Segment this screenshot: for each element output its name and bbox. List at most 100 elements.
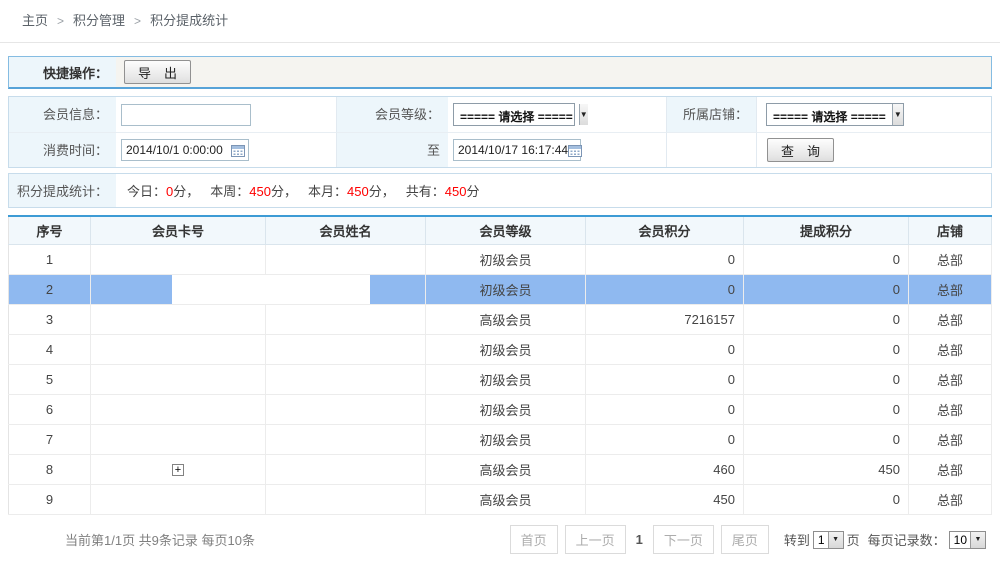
cell-member-name (266, 454, 426, 484)
cell-commission-points: 0 (744, 304, 909, 334)
current-page-number: 1 (636, 532, 643, 547)
table-row[interactable]: 5初级会员00总部 (9, 364, 992, 394)
to-label: 至 (336, 132, 448, 167)
calendar-icon[interactable] (231, 144, 245, 157)
cell-commission-points: 0 (744, 394, 909, 424)
table-footer: 当前第1/1页 共9条记录 每页10条 首页 上一页 1 下一页 尾页 转到 1… (8, 515, 992, 565)
member-level-label: 会员等级： (336, 97, 448, 132)
cell-card-number (91, 364, 266, 394)
page-size-select[interactable]: 10 ▼ (949, 531, 986, 549)
points-table-header: 序号会员卡号会员姓名会员等级会员积分提成积分店铺 (9, 216, 992, 244)
cell-member-name (266, 484, 426, 514)
cell-card-number (91, 334, 266, 364)
commission-stats-label: 积分提成统计： (9, 174, 116, 207)
cell-store: 总部 (909, 394, 992, 424)
time-to-value: 2014/10/17 16:17:44 (458, 143, 568, 157)
table-row[interactable]: 1初级会员00总部 (9, 244, 992, 274)
cell-member-level: 高级会员 (426, 454, 586, 484)
column-header-1: 会员卡号 (91, 216, 266, 244)
member-info-input[interactable] (121, 104, 251, 126)
store-select-value: ===== 请选择 ===== (767, 104, 892, 125)
cell-member-points: 460 (586, 454, 744, 484)
cell-member-level: 高级会员 (426, 484, 586, 514)
cell-index: 9 (9, 484, 91, 514)
member-level-cell: ===== 请选择 ===== ▼ (448, 97, 666, 132)
column-header-5: 提成积分 (744, 216, 909, 244)
breadcrumb-item-home[interactable]: 主页 (22, 13, 48, 28)
page-size-label: 每页记录数： (868, 530, 946, 549)
cell-member-level: 初级会员 (426, 274, 586, 304)
export-button[interactable]: 导 出 (124, 60, 191, 84)
cell-card-number (91, 304, 266, 334)
cell-member-points: 7216157 (586, 304, 744, 334)
table-row[interactable]: 2初级会员00总部 (9, 274, 992, 304)
cell-member-name (266, 394, 426, 424)
stat-total: 共有：450分 (406, 181, 480, 200)
cell-member-points: 0 (586, 334, 744, 364)
time-from-value: 2014/10/1 0:00:00 (126, 143, 223, 157)
time-from-input[interactable]: 2014/10/1 0:00:00 (121, 139, 249, 161)
breadcrumb: 主页 > 积分管理 > 积分提成统计 (0, 0, 1000, 43)
search-button[interactable]: 查 询 (767, 138, 834, 162)
store-select[interactable]: ===== 请选择 ===== ▼ (766, 103, 904, 126)
cell-index: 7 (9, 424, 91, 454)
table-row[interactable]: 7初级会员00总部 (9, 424, 992, 454)
column-header-4: 会员积分 (586, 216, 744, 244)
expand-plus-icon[interactable]: + (172, 464, 184, 476)
calendar-icon[interactable] (568, 144, 582, 157)
cell-commission-points: 0 (744, 274, 909, 304)
table-row[interactable]: 3高级会员72161570总部 (9, 304, 992, 334)
table-row[interactable]: 4初级会员00总部 (9, 334, 992, 364)
stat-total-value: 450 (445, 184, 467, 199)
quick-actions-bar: 快捷操作： 导 出 (8, 56, 992, 89)
breadcrumb-separator-icon: > (57, 14, 64, 28)
breadcrumb-item-points-management[interactable]: 积分管理 (73, 13, 125, 28)
time-to-input[interactable]: 2014/10/17 16:17:44 (453, 139, 581, 161)
breadcrumb-item-current: 积分提成统计 (150, 13, 228, 28)
chevron-down-icon: ▼ (579, 104, 588, 125)
breadcrumb-separator-icon: > (134, 14, 141, 28)
cell-commission-points: 0 (744, 334, 909, 364)
member-info-cell (116, 97, 336, 132)
cell-card-number (91, 274, 266, 304)
cell-member-name (266, 424, 426, 454)
prev-page-button[interactable]: 上一页 (565, 525, 626, 554)
cell-commission-points: 450 (744, 454, 909, 484)
goto-page-group: 转到 1 ▼ 页 每页记录数： 10 ▼ (784, 530, 986, 549)
goto-label: 转到 (784, 530, 810, 549)
main-content: 快捷操作： 导 出 会员信息： 会员等级： ===== 请选择 ===== ▼ … (8, 56, 992, 565)
cell-member-level: 初级会员 (426, 244, 586, 274)
first-page-button[interactable]: 首页 (510, 525, 558, 554)
cell-member-level: 初级会员 (426, 364, 586, 394)
column-header-6: 店铺 (909, 216, 992, 244)
commission-stats-values: 今日：0分， 本周：450分， 本月：450分， 共有：450分 (116, 174, 490, 207)
cell-index: 5 (9, 364, 91, 394)
cell-store: 总部 (909, 364, 992, 394)
cell-store: 总部 (909, 484, 992, 514)
cell-card-number: + (91, 454, 266, 484)
cell-commission-points: 0 (744, 424, 909, 454)
table-row[interactable]: 8+高级会员460450总部 (9, 454, 992, 484)
member-level-select[interactable]: ===== 请选择 ===== ▼ (453, 103, 575, 126)
cell-index: 6 (9, 394, 91, 424)
last-page-button[interactable]: 尾页 (721, 525, 769, 554)
next-page-button[interactable]: 下一页 (653, 525, 714, 554)
cell-member-points: 0 (586, 364, 744, 394)
cell-member-level: 初级会员 (426, 394, 586, 424)
cell-store: 总部 (909, 454, 992, 484)
column-header-0: 序号 (9, 216, 91, 244)
cell-commission-points: 0 (744, 244, 909, 274)
table-row[interactable]: 6初级会员00总部 (9, 394, 992, 424)
stat-month: 本月：450分， (308, 181, 395, 200)
cell-index: 3 (9, 304, 91, 334)
chevron-down-icon: ▼ (828, 532, 843, 548)
cell-commission-points: 0 (744, 484, 909, 514)
store-label: 所属店铺： (666, 97, 756, 132)
goto-page-select[interactable]: 1 ▼ (813, 531, 844, 549)
table-row[interactable]: 9高级会员4500总部 (9, 484, 992, 514)
cell-member-name (266, 304, 426, 334)
stat-month-value: 450 (347, 184, 369, 199)
search-cell: 查 询 (756, 132, 991, 167)
cell-member-points: 0 (586, 394, 744, 424)
member-level-select-value: ===== 请选择 ===== (454, 104, 579, 125)
